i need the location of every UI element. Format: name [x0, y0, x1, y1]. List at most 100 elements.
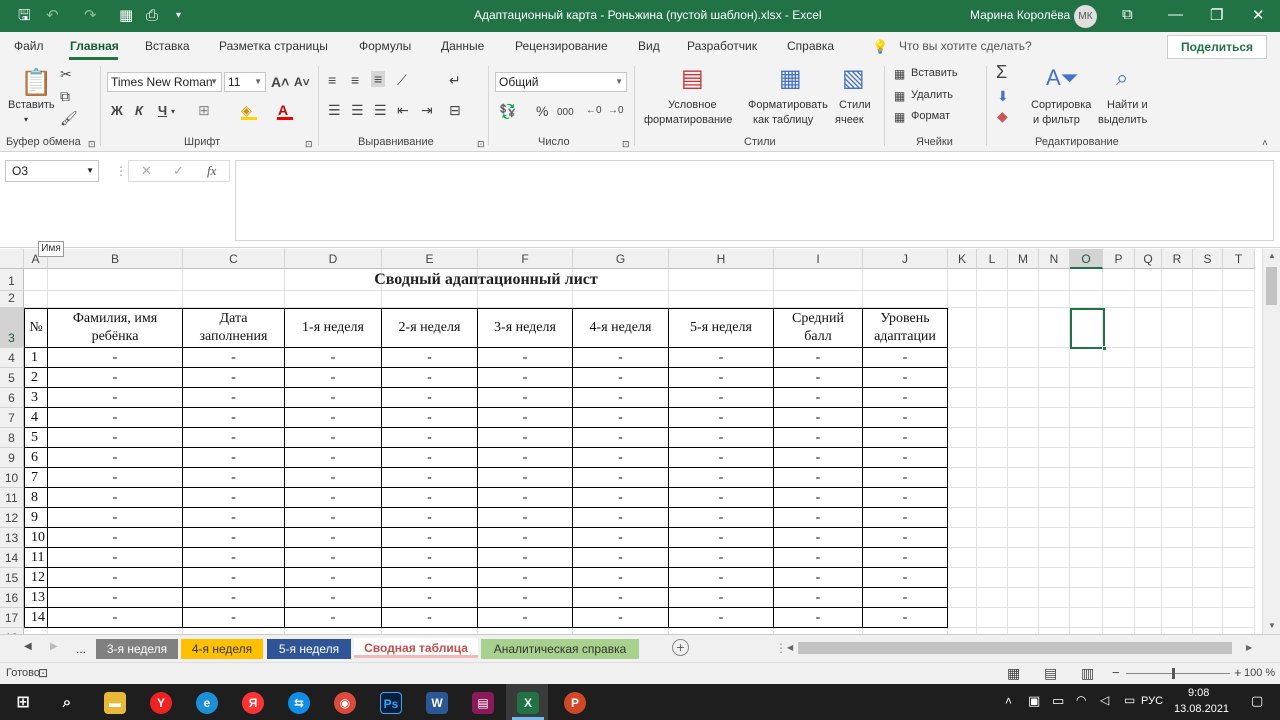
data-cell[interactable]: -	[863, 368, 948, 388]
prev-sheet-icon[interactable]: ◀	[24, 641, 32, 652]
notifications-icon[interactable]: ▢	[1251, 693, 1263, 709]
data-cell[interactable]: -	[382, 468, 478, 488]
cell[interactable]	[1193, 408, 1223, 428]
cell[interactable]	[977, 348, 1008, 368]
table-header-cell[interactable]: 1-я неделя	[285, 308, 382, 348]
cell[interactable]	[1039, 368, 1070, 388]
cell[interactable]	[1039, 588, 1070, 608]
data-cell[interactable]: -	[573, 528, 669, 548]
cell[interactable]	[1162, 408, 1193, 428]
cell[interactable]	[1135, 548, 1162, 568]
cell[interactable]	[977, 568, 1008, 588]
cell[interactable]	[1008, 428, 1039, 448]
data-cell[interactable]: -	[863, 568, 948, 588]
data-cell[interactable]: -	[774, 388, 863, 408]
font-color-icon[interactable]: A	[278, 102, 288, 118]
row-number-cell[interactable]: 9	[24, 508, 48, 528]
data-cell[interactable]: -	[669, 528, 774, 548]
cell[interactable]	[1223, 408, 1255, 428]
cell[interactable]	[1193, 508, 1223, 528]
clock-date[interactable]: 13.08.2021	[1174, 703, 1229, 715]
data-cell[interactable]: -	[48, 388, 183, 408]
customize-qat-icon[interactable]: ▾	[176, 6, 181, 26]
cell[interactable]	[1193, 468, 1223, 488]
cell[interactable]	[285, 291, 382, 308]
ribbon-display-icon[interactable]: ⧉	[1122, 6, 1133, 23]
cell[interactable]	[1039, 488, 1070, 508]
cell[interactable]	[1070, 269, 1103, 291]
start-icon[interactable]: ⊞	[12, 692, 34, 714]
cell[interactable]	[1223, 308, 1255, 348]
cell[interactable]	[977, 468, 1008, 488]
data-cell[interactable]: -	[863, 428, 948, 448]
cell[interactable]	[1162, 488, 1193, 508]
confirm-icon[interactable]: ✓	[173, 163, 184, 179]
cell[interactable]	[1070, 488, 1103, 508]
cell[interactable]	[1008, 368, 1039, 388]
data-cell[interactable]: -	[478, 508, 573, 528]
borders-icon[interactable]: ⊞	[198, 102, 210, 118]
grow-font-icon[interactable]: A˄	[271, 74, 289, 90]
row-number-cell[interactable]: 11	[24, 548, 48, 568]
tab-file[interactable]: Файл	[14, 39, 44, 53]
data-cell[interactable]: -	[669, 508, 774, 528]
cell[interactable]	[1193, 269, 1223, 291]
cell[interactable]	[1223, 388, 1255, 408]
data-cell[interactable]: -	[863, 588, 948, 608]
cell[interactable]	[1193, 428, 1223, 448]
row-number-cell[interactable]: 4	[24, 408, 48, 428]
cell[interactable]	[977, 528, 1008, 548]
data-cell[interactable]: -	[183, 368, 285, 388]
cell[interactable]	[1193, 568, 1223, 588]
cell[interactable]	[948, 408, 977, 428]
cell[interactable]	[1039, 348, 1070, 368]
data-cell[interactable]: -	[48, 428, 183, 448]
cell[interactable]	[1135, 269, 1162, 291]
share-button[interactable]: Поделиться	[1167, 35, 1267, 59]
data-cell[interactable]: -	[573, 468, 669, 488]
cell[interactable]	[1223, 568, 1255, 588]
cell[interactable]	[1103, 588, 1135, 608]
find-select-icon[interactable]: ⌕	[1116, 66, 1128, 90]
cell[interactable]	[1162, 508, 1193, 528]
data-cell[interactable]: -	[573, 388, 669, 408]
cell[interactable]	[1103, 508, 1135, 528]
data-cell[interactable]: -	[774, 528, 863, 548]
cell[interactable]	[48, 291, 183, 308]
cell[interactable]	[948, 348, 977, 368]
column-header[interactable]: R	[1162, 249, 1193, 269]
data-cell[interactable]: -	[285, 588, 382, 608]
cell[interactable]	[1070, 608, 1103, 628]
row-number-cell[interactable]: 13	[24, 588, 48, 608]
cell[interactable]	[948, 428, 977, 448]
cell[interactable]	[183, 291, 285, 308]
data-cell[interactable]: -	[774, 448, 863, 468]
data-cell[interactable]: -	[285, 428, 382, 448]
data-cell[interactable]: -	[48, 528, 183, 548]
percent-icon[interactable]: %	[536, 103, 548, 119]
cell[interactable]	[1008, 608, 1039, 628]
cell[interactable]	[1008, 348, 1039, 368]
save-icon[interactable]: 🖫	[18, 6, 31, 26]
cell[interactable]	[1103, 408, 1135, 428]
data-cell[interactable]: -	[382, 568, 478, 588]
cell[interactable]	[1008, 448, 1039, 468]
decrease-indent-icon[interactable]: ⇤	[397, 102, 409, 118]
collapse-ribbon-icon[interactable]: ˄	[1262, 136, 1268, 152]
underline-dropdown-icon[interactable]: ▾	[171, 104, 175, 120]
tab-data[interactable]: Данные	[441, 39, 484, 53]
column-header[interactable]: I	[774, 249, 863, 269]
tray-app-icon[interactable]: ▣	[1028, 693, 1040, 709]
data-cell[interactable]: -	[382, 348, 478, 368]
cell[interactable]	[1162, 308, 1193, 348]
cell[interactable]	[1103, 608, 1135, 628]
cell[interactable]	[1193, 608, 1223, 628]
cell[interactable]	[1135, 608, 1162, 628]
merge-center-icon[interactable]: ⊟	[449, 102, 461, 118]
cell[interactable]	[948, 528, 977, 548]
cell[interactable]	[1103, 468, 1135, 488]
cell-styles-label-2[interactable]: ячеек	[835, 113, 864, 128]
zoom-in-icon[interactable]: +	[1234, 665, 1242, 680]
font-name-select[interactable]: Times New Roman ▼	[107, 72, 222, 92]
data-cell[interactable]: -	[863, 608, 948, 628]
